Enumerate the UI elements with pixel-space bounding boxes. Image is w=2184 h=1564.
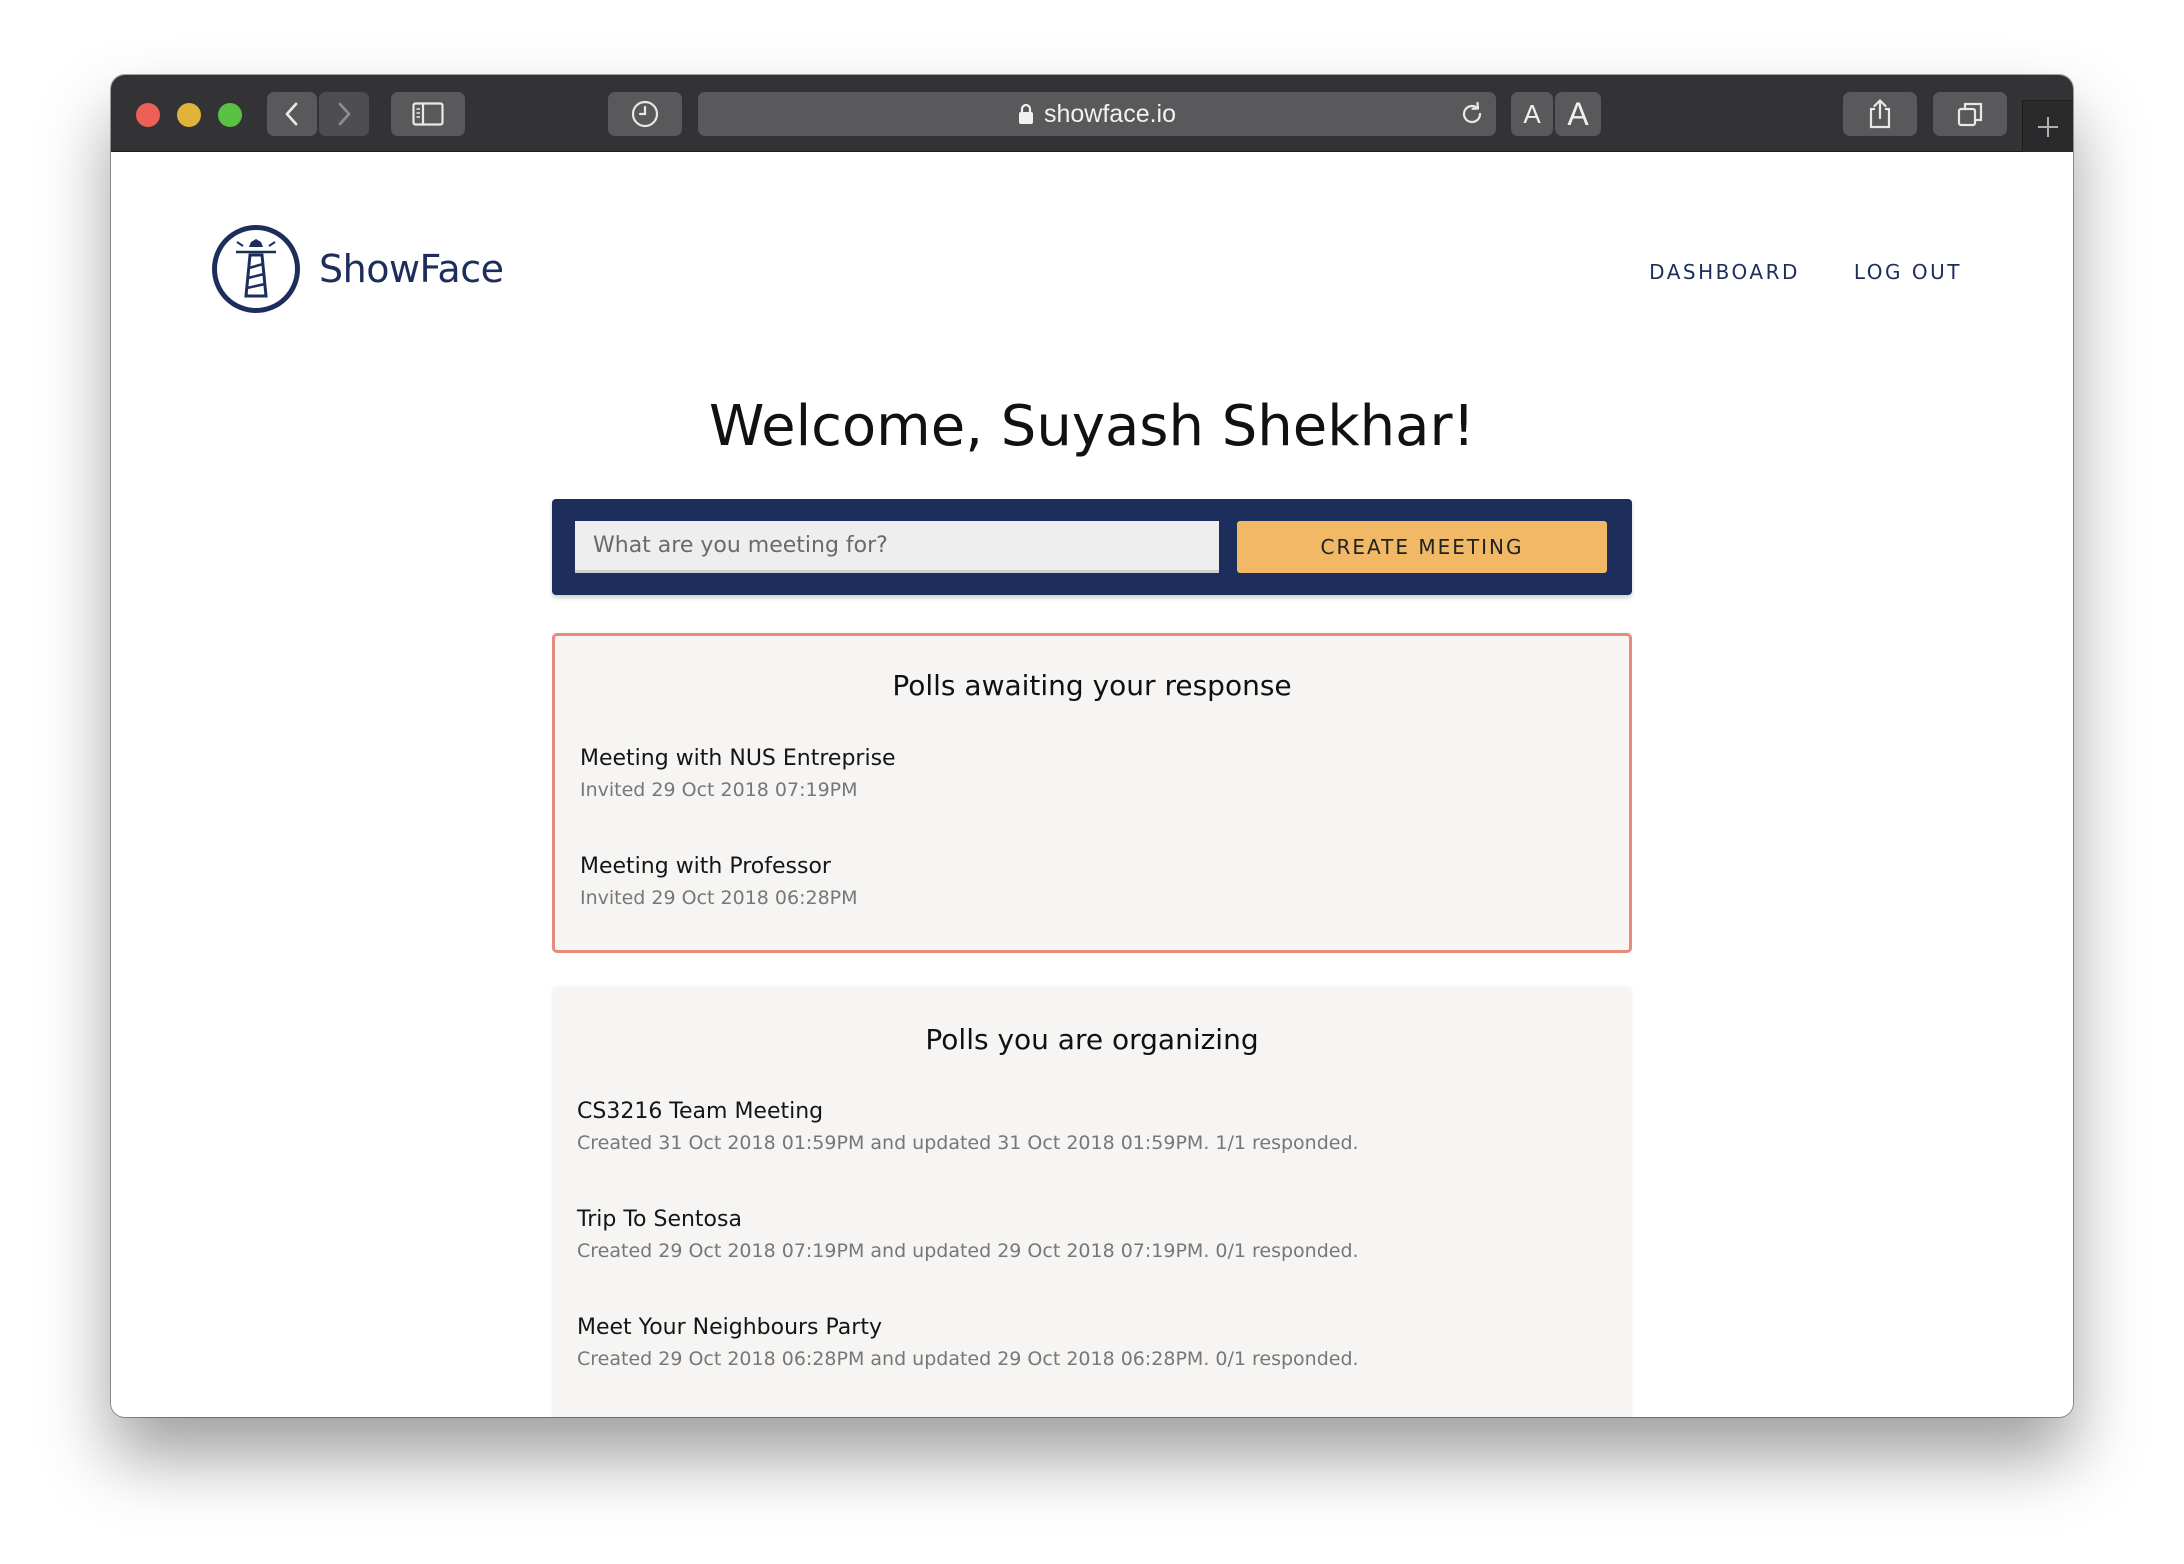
clock-icon xyxy=(631,100,659,128)
list-item[interactable]: Trip To Sentosa Created 29 Oct 2018 07:1… xyxy=(577,1207,1359,1262)
back-button[interactable] xyxy=(267,92,317,136)
meeting-purpose-input[interactable] xyxy=(575,521,1219,573)
plus-icon xyxy=(2038,116,2058,137)
text-larger-button[interactable]: A xyxy=(1555,92,1601,136)
create-meeting-bar: CREATE MEETING xyxy=(552,499,1632,595)
create-meeting-button[interactable]: CREATE MEETING xyxy=(1237,521,1607,573)
maximize-window-button[interactable] xyxy=(218,103,242,127)
list-item[interactable]: Meeting with NUS Entreprise Invited 29 O… xyxy=(580,746,896,801)
forward-button[interactable] xyxy=(319,92,369,136)
sidebar-icon xyxy=(412,102,444,126)
tabs-icon xyxy=(1957,102,1983,127)
poll-meta: Invited 29 Oct 2018 06:28PM xyxy=(580,887,858,909)
poll-title: Meeting with NUS Entreprise xyxy=(580,746,896,771)
share-icon xyxy=(1869,99,1891,129)
logo-link[interactable]: ShowFace xyxy=(211,224,504,314)
url-text: showface.io xyxy=(1043,99,1177,128)
tabs-overview-button[interactable] xyxy=(1933,92,2007,136)
polls-organizing-card: Polls you are organizing CS3216 Team Mee… xyxy=(552,987,1632,1417)
address-bar[interactable]: showface.io xyxy=(698,92,1496,136)
top-nav: DASHBOARD LOG OUT xyxy=(1649,260,1962,284)
poll-title: CS3216 Team Meeting xyxy=(577,1099,824,1124)
list-item[interactable]: CS3216 Team Meeting Created 31 Oct 2018 … xyxy=(577,1099,1359,1154)
polls-awaiting-title: Polls awaiting your response xyxy=(892,669,1292,702)
nav-logout-link[interactable]: LOG OUT xyxy=(1854,260,1962,284)
poll-title: Meet Your Neighbours Party xyxy=(577,1315,882,1340)
minimize-window-button[interactable] xyxy=(177,103,201,127)
polls-awaiting-card: Polls awaiting your response Meeting wit… xyxy=(552,633,1632,953)
chevron-right-icon xyxy=(338,102,351,126)
brand-name: ShowFace xyxy=(319,247,504,291)
close-window-button[interactable] xyxy=(136,103,160,127)
poll-meta: Created 29 Oct 2018 06:28PM and updated … xyxy=(577,1348,1359,1370)
text-larger-label: A xyxy=(1567,95,1589,132)
lock-icon xyxy=(1018,103,1033,124)
nav-dashboard-link[interactable]: DASHBOARD xyxy=(1649,260,1800,284)
browser-toolbar: showface.io A A xyxy=(111,75,2073,152)
page-content: ShowFace DASHBOARD LOG OUT Welcome, Suya… xyxy=(111,152,2073,1417)
share-button[interactable] xyxy=(1843,92,1917,136)
poll-meta: Created 31 Oct 2018 01:59PM and updated … xyxy=(577,1132,1359,1154)
text-smaller-button[interactable]: A xyxy=(1511,92,1553,136)
poll-title: Meeting with Professor xyxy=(580,854,831,879)
poll-title: Trip To Sentosa xyxy=(577,1207,742,1232)
history-button[interactable] xyxy=(608,92,682,136)
polls-organizing-title: Polls you are organizing xyxy=(925,1023,1259,1056)
poll-meta: Invited 29 Oct 2018 07:19PM xyxy=(580,779,858,801)
poll-meta: Created 29 Oct 2018 07:19PM and updated … xyxy=(577,1240,1359,1262)
page-title: Welcome, Suyash Shekhar! xyxy=(709,394,1475,459)
chevron-left-icon xyxy=(285,102,298,126)
new-tab-button[interactable] xyxy=(2022,100,2073,152)
reload-icon xyxy=(1462,101,1482,124)
sidebar-toggle-button[interactable] xyxy=(391,92,465,136)
lighthouse-logo-icon xyxy=(212,225,300,313)
list-item[interactable]: Meeting with Professor Invited 29 Oct 20… xyxy=(580,854,858,909)
browser-window: showface.io A A ShowFace DASHBOARD LOG O… xyxy=(111,75,2073,1417)
list-item[interactable]: Meet Your Neighbours Party Created 29 Oc… xyxy=(577,1315,1359,1370)
reload-button[interactable] xyxy=(1458,100,1486,132)
text-smaller-label: A xyxy=(1523,98,1541,129)
